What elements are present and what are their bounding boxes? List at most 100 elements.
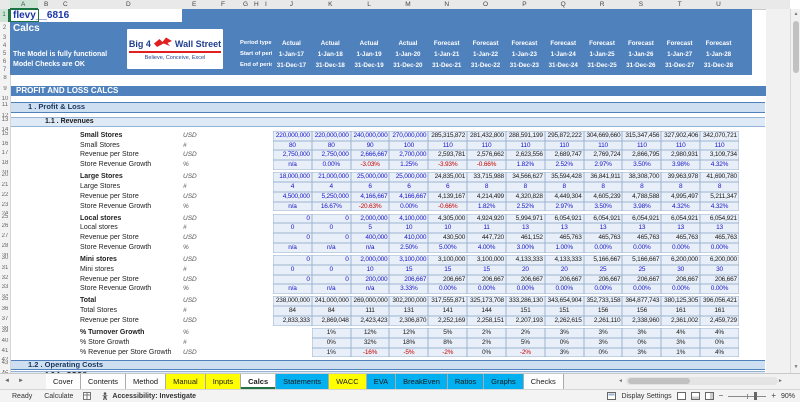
- empty-cell[interactable]: [273, 348, 312, 358]
- value-cell[interactable]: 20: [506, 265, 545, 275]
- row-label-cell[interactable]: Local stores: [11, 223, 183, 233]
- row-number[interactable]: 41: [0, 348, 11, 358]
- value-cell[interactable]: 4.32%: [700, 160, 739, 170]
- sheet-tab[interactable]: Statements: [276, 374, 329, 389]
- row-number[interactable]: 13: [0, 117, 11, 127]
- row-number[interactable]: 9: [0, 86, 11, 96]
- value-cell[interactable]: 2,769,724: [584, 150, 623, 160]
- row-number[interactable]: 35: [0, 296, 11, 306]
- row-label-cell[interactable]: Store Revenue Growth: [11, 284, 183, 294]
- totals-cell[interactable]: [207, 284, 241, 294]
- value-cell[interactable]: 4.32%: [661, 202, 700, 212]
- value-cell[interactable]: 2,866,795: [622, 150, 661, 160]
- row-number[interactable]: 6: [0, 58, 9, 66]
- period-type-cell[interactable]: Forecast: [427, 38, 466, 49]
- value-cell[interactable]: 8: [467, 182, 506, 192]
- period-end-cell[interactable]: 31-Dec-18: [311, 60, 350, 71]
- vertical-scrollbar[interactable]: ▲ ▼: [790, 9, 800, 373]
- value-cell[interactable]: 2,423,423: [351, 316, 390, 326]
- value-cell[interactable]: 3%: [622, 348, 661, 358]
- period-label-cell[interactable]: [241, 338, 273, 348]
- period-end-cell[interactable]: 31-Dec-27: [660, 60, 699, 71]
- column-letter[interactable]: Q: [544, 0, 583, 9]
- value-cell[interactable]: 11: [467, 223, 506, 233]
- value-cell[interactable]: 2,306,870: [389, 316, 428, 326]
- value-cell[interactable]: 4: [273, 182, 312, 192]
- scroll-left-icon[interactable]: ◄: [618, 378, 626, 384]
- totals-cell[interactable]: [207, 306, 241, 316]
- period-type-cell[interactable]: Forecast: [505, 38, 544, 49]
- totals-cell[interactable]: [207, 182, 241, 192]
- unit-cell[interactable]: %: [183, 284, 207, 294]
- row-number[interactable]: 20: [0, 172, 11, 182]
- value-cell[interactable]: 281,432,800: [467, 131, 506, 141]
- value-cell[interactable]: 4,788,588: [622, 192, 661, 202]
- value-cell[interactable]: 2,258,151: [467, 316, 506, 326]
- period-end-cell[interactable]: 31-Dec-25: [583, 60, 622, 71]
- tab-scroll-left-icon[interactable]: ◄: [0, 374, 14, 389]
- period-label-cell[interactable]: [241, 233, 273, 243]
- period-start-cell[interactable]: 1-Jan-27: [660, 49, 699, 60]
- value-cell[interactable]: 8: [622, 182, 661, 192]
- totals-cell[interactable]: [207, 223, 241, 233]
- period-start-cell[interactable]: 1-Jan-24: [544, 49, 583, 60]
- value-cell[interactable]: 4.00%: [467, 243, 506, 253]
- sheet-tab[interactable]: Graphs: [484, 374, 524, 389]
- value-cell[interactable]: -16%: [351, 348, 390, 358]
- row-number[interactable]: 43: [0, 360, 11, 370]
- value-cell[interactable]: 36,841,911: [584, 172, 623, 182]
- period-label-cell[interactable]: [241, 296, 273, 306]
- value-cell[interactable]: 4%: [661, 328, 700, 338]
- value-cell[interactable]: 6,054,921: [622, 214, 661, 224]
- period-start-cell[interactable]: 1-Jan-25: [583, 49, 622, 60]
- value-cell[interactable]: n/a: [273, 202, 312, 212]
- value-cell[interactable]: 342,070,721: [700, 131, 739, 141]
- value-cell[interactable]: 0: [273, 265, 312, 275]
- value-cell[interactable]: 0%: [467, 348, 506, 358]
- period-label-cell[interactable]: [241, 202, 273, 212]
- value-cell[interactable]: 110: [661, 141, 700, 151]
- period-type-cell[interactable]: Forecast: [699, 38, 738, 49]
- period-type-cell[interactable]: Actual: [388, 38, 427, 49]
- value-cell[interactable]: 465,763: [545, 233, 584, 243]
- value-cell[interactable]: 0: [312, 275, 351, 285]
- section-heading-cell[interactable]: 1 . Profit & Loss: [11, 102, 765, 112]
- row-label-cell[interactable]: Store Revenue Growth: [11, 202, 183, 212]
- period-end-cell[interactable]: 31-Dec-28: [699, 60, 738, 71]
- vertical-scroll-thumb[interactable]: [793, 21, 799, 73]
- value-cell[interactable]: 4,305,000: [428, 214, 467, 224]
- value-cell[interactable]: 110: [622, 141, 661, 151]
- unit-cell[interactable]: %: [183, 160, 207, 170]
- period-type-cell[interactable]: Actual: [272, 38, 311, 49]
- value-cell[interactable]: n/a: [273, 243, 312, 253]
- value-cell[interactable]: 144: [467, 306, 506, 316]
- totals-cell[interactable]: [207, 348, 241, 358]
- value-cell[interactable]: 25,000,000: [389, 172, 428, 182]
- column-letter[interactable]: E: [192, 0, 196, 9]
- value-cell[interactable]: 325,173,708: [467, 296, 506, 306]
- sheet-tab[interactable]: Checks: [524, 374, 564, 389]
- value-cell[interactable]: 269,000,000: [351, 296, 390, 306]
- empty-cell[interactable]: [273, 328, 312, 338]
- display-settings-button[interactable]: Display Settings: [621, 393, 671, 400]
- totals-cell[interactable]: [207, 214, 241, 224]
- value-cell[interactable]: 8: [506, 182, 545, 192]
- value-cell[interactable]: 410,000: [389, 233, 428, 243]
- value-cell[interactable]: 3.50%: [622, 160, 661, 170]
- period-label-cell[interactable]: [241, 255, 273, 265]
- value-cell[interactable]: 84: [273, 306, 312, 316]
- value-cell[interactable]: 270,000,000: [389, 131, 428, 141]
- value-cell[interactable]: 333,286,130: [506, 296, 545, 306]
- value-cell[interactable]: 4,100,000: [389, 214, 428, 224]
- value-cell[interactable]: 0: [312, 255, 351, 265]
- value-cell[interactable]: 3%: [661, 338, 700, 348]
- value-cell[interactable]: 13: [661, 223, 700, 233]
- value-cell[interactable]: 3%: [584, 328, 623, 338]
- value-cell[interactable]: 0.00%: [312, 160, 351, 170]
- sheet-tab[interactable]: Inputs: [206, 374, 241, 389]
- value-cell[interactable]: 352,733,158: [584, 296, 623, 306]
- value-cell[interactable]: 13: [506, 223, 545, 233]
- value-cell[interactable]: 3%: [545, 348, 584, 358]
- value-cell[interactable]: 206,667: [467, 275, 506, 285]
- value-cell[interactable]: 1.25%: [389, 160, 428, 170]
